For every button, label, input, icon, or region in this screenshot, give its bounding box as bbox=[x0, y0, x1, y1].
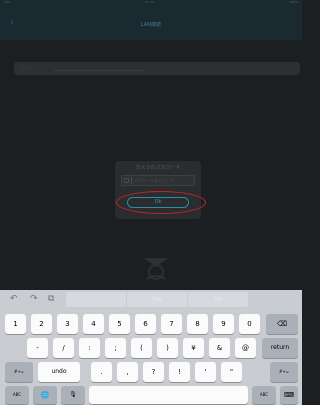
lock-icon bbox=[124, 178, 129, 183]
key-colon[interactable]: : bbox=[79, 338, 100, 358]
symbols-key[interactable]: #+= bbox=[5, 362, 33, 382]
password-field[interactable]: パスワードを入力して bbox=[121, 175, 195, 186]
key-slash[interactable]: / bbox=[53, 338, 74, 358]
keyboard-toolbar: ↶ ↷ ⧉ I the I'm bbox=[0, 290, 302, 310]
dialog-title: カメラのパスワード bbox=[135, 165, 181, 171]
suggestion-1[interactable]: I bbox=[66, 292, 126, 307]
key-comma[interactable]: , bbox=[117, 362, 138, 382]
camera-logo-icon bbox=[144, 258, 168, 280]
key-0[interactable]: 0 bbox=[239, 314, 260, 334]
key-period[interactable]: . bbox=[91, 362, 112, 382]
key-close-paren[interactable]: ) bbox=[157, 338, 178, 358]
status-carrier: iPad bbox=[4, 0, 11, 4]
key-semicolon[interactable]: ; bbox=[105, 338, 126, 358]
keyboard: ↶ ↷ ⧉ I the I'm 1 2 3 4 5 6 7 8 9 0 ⌫ - … bbox=[0, 290, 302, 405]
key-7[interactable]: 7 bbox=[161, 314, 182, 334]
key-yen[interactable]: ¥ bbox=[183, 338, 204, 358]
space-key[interactable] bbox=[89, 386, 248, 404]
key-question[interactable]: ? bbox=[143, 362, 164, 382]
key-3[interactable]: 3 bbox=[57, 314, 78, 334]
paste-icon[interactable]: ⧉ bbox=[48, 294, 54, 304]
redo-icon[interactable]: ↷ bbox=[30, 294, 38, 304]
key-6[interactable]: 6 bbox=[135, 314, 156, 334]
key-8[interactable]: 8 bbox=[187, 314, 208, 334]
key-quote[interactable]: " bbox=[221, 362, 242, 382]
key-9[interactable]: 9 bbox=[213, 314, 234, 334]
delete-key[interactable]: ⌫ bbox=[266, 314, 298, 334]
status-battery: 100% bbox=[289, 0, 298, 4]
search-underline bbox=[54, 70, 144, 71]
page-title: LAN接続 bbox=[140, 22, 162, 28]
globe-icon[interactable]: 🌐 bbox=[33, 386, 57, 404]
field-divider bbox=[131, 177, 132, 184]
search-placeholder: アカ名... bbox=[20, 65, 36, 70]
abc-key-right[interactable]: ABC bbox=[252, 386, 276, 404]
key-ampersand[interactable]: & bbox=[209, 338, 230, 358]
ok-button-highlight-ring bbox=[116, 191, 206, 214]
abc-key[interactable]: ABC bbox=[5, 386, 29, 404]
symbols-key-right[interactable]: #+= bbox=[270, 362, 298, 382]
key-5[interactable]: 5 bbox=[109, 314, 130, 334]
key-4[interactable]: 4 bbox=[83, 314, 104, 334]
hide-keyboard-icon[interactable]: ⌨ bbox=[280, 386, 298, 404]
nav-bar: ‹ LAN接続 bbox=[0, 6, 302, 40]
key-at[interactable]: @ bbox=[235, 338, 256, 358]
key-exclamation[interactable]: ! bbox=[169, 362, 190, 382]
key-hyphen[interactable]: - bbox=[27, 338, 48, 358]
undo-icon[interactable]: ↶ bbox=[10, 294, 18, 304]
return-key[interactable]: return bbox=[262, 338, 298, 358]
password-placeholder: パスワードを入力して bbox=[134, 178, 174, 183]
status-time: 11:59 bbox=[145, 0, 154, 4]
suggestion-2[interactable]: the bbox=[127, 292, 187, 307]
microphone-icon[interactable]: 🎙 bbox=[61, 386, 85, 404]
undo-key[interactable]: undo bbox=[38, 362, 80, 382]
key-apostrophe[interactable]: ' bbox=[195, 362, 216, 382]
key-2[interactable]: 2 bbox=[31, 314, 52, 334]
search-input[interactable]: アカ名... bbox=[14, 62, 300, 75]
key-1[interactable]: 1 bbox=[5, 314, 26, 334]
suggestion-3[interactable]: I'm bbox=[188, 292, 248, 307]
key-open-paren[interactable]: ( bbox=[131, 338, 152, 358]
